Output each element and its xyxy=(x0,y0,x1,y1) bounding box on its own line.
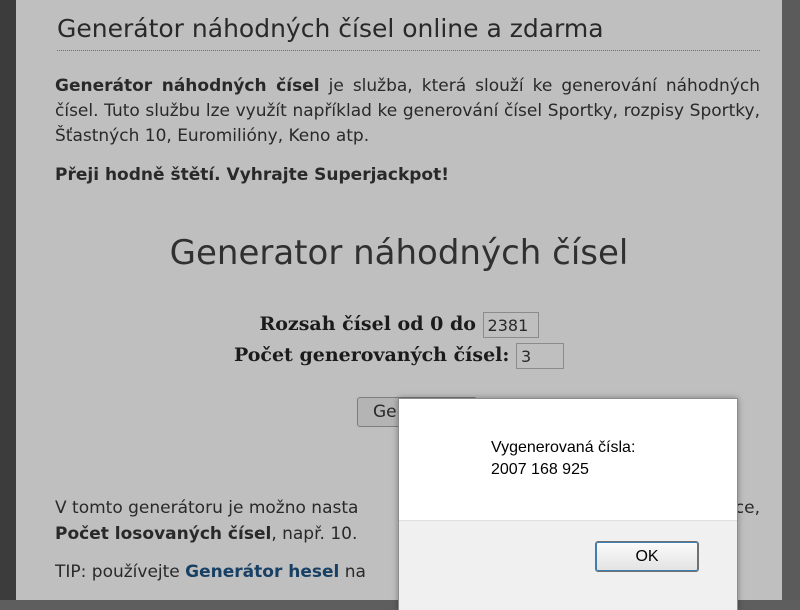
dialog-content: Vygenerovaná čísla: 2007 168 925 xyxy=(399,399,737,520)
ok-button[interactable]: OK xyxy=(595,541,699,572)
dialog-message: Vygenerovaná čísla: 2007 168 925 xyxy=(491,437,635,481)
alert-dialog: Vygenerovaná čísla: 2007 168 925 OK xyxy=(398,398,738,610)
dialog-message-line-2: 2007 168 925 xyxy=(491,461,589,478)
dialog-message-line-1: Vygenerovaná čísla: xyxy=(491,439,636,456)
